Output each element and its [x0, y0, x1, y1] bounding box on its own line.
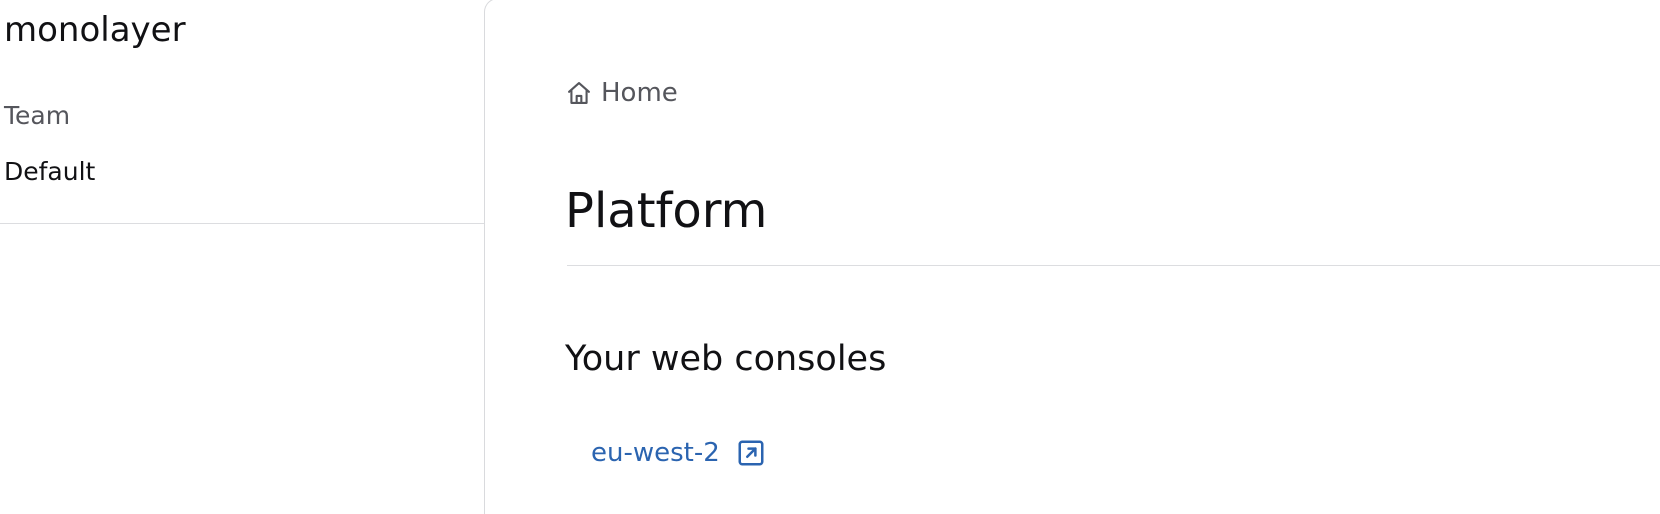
main-panel: Home Platform Your web consoles eu-west-…	[484, 0, 1660, 514]
section-heading: Your web consoles	[565, 339, 887, 379]
title-divider	[567, 265, 1660, 266]
home-icon[interactable]	[565, 79, 593, 107]
breadcrumb-home-link[interactable]: Home	[601, 75, 678, 111]
external-link-icon	[736, 438, 766, 468]
team-label: Team	[4, 101, 71, 130]
sidebar: monolayer Team Default	[0, 0, 484, 514]
breadcrumb: Home	[565, 75, 678, 111]
team-selector[interactable]: Default	[4, 154, 95, 190]
brand-logo-text[interactable]: monolayer	[4, 6, 186, 54]
console-link-label: eu-west-2	[591, 438, 720, 468]
page-title: Platform	[565, 183, 768, 239]
console-link-eu-west-2[interactable]: eu-west-2	[591, 435, 766, 471]
app-window: monolayer Team Default Home Platform You…	[0, 0, 1660, 514]
sidebar-divider	[0, 223, 484, 224]
